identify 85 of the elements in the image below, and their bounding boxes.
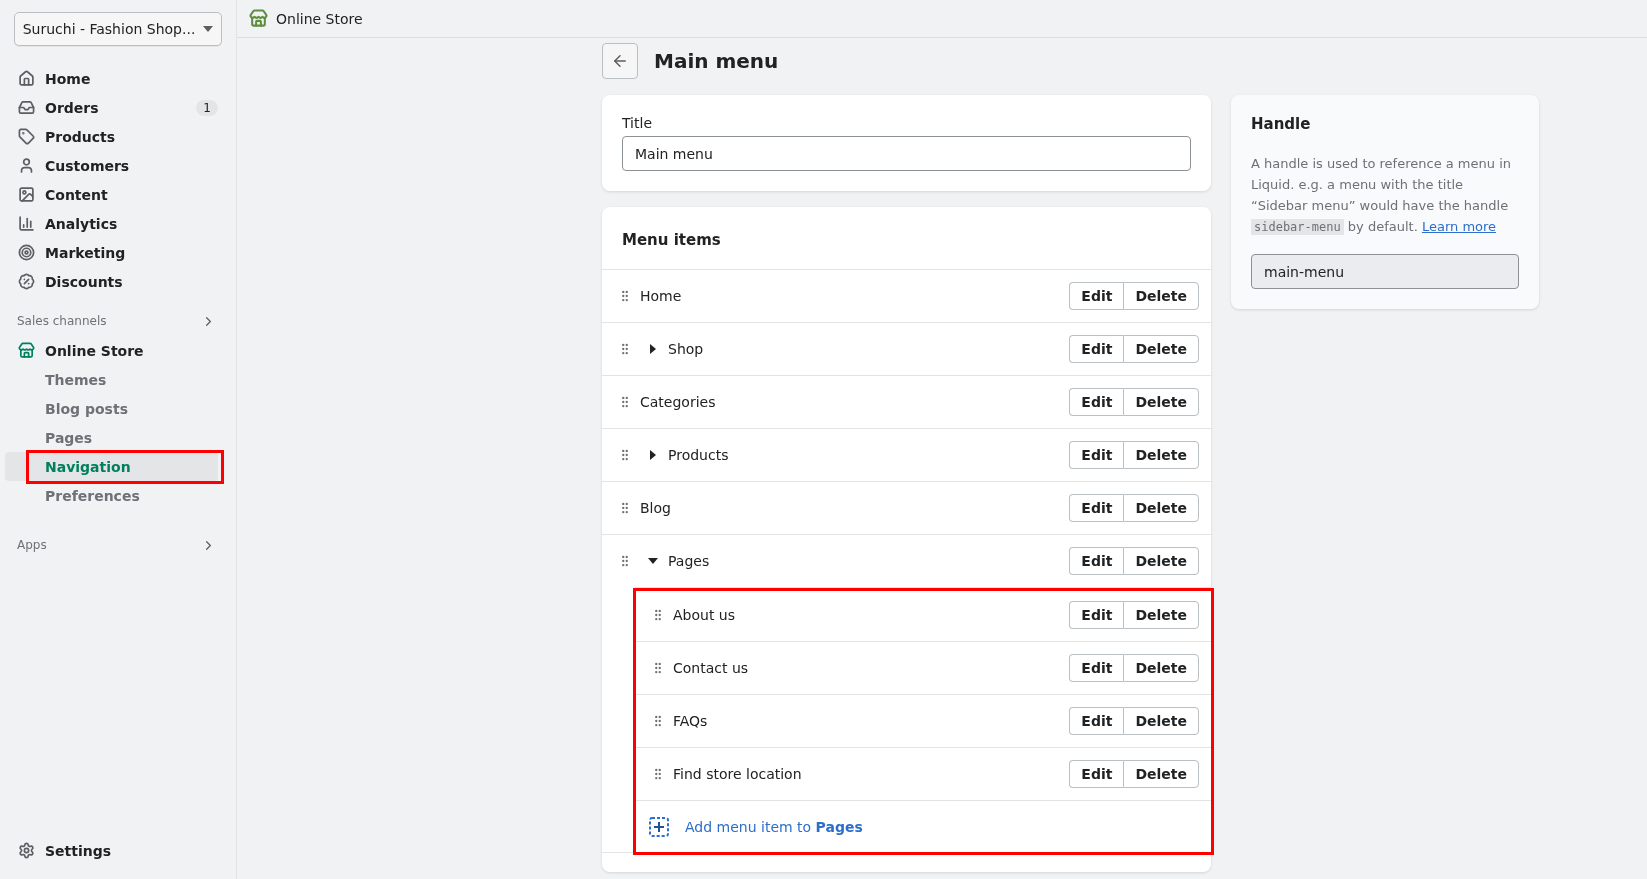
delete-button[interactable]: Delete [1123,601,1199,629]
menu-item-row[interactable]: Pages Edit Delete [602,534,1211,587]
menu-item-label: Blog [640,500,671,516]
title-input-field[interactable]: Main menu [622,136,1191,171]
section-heading: Apps [17,538,47,552]
page-title: Main menu [654,49,779,73]
menu-item-row[interactable]: Home Edit Delete [602,269,1211,322]
menu-item-label: About us [673,607,735,623]
sidebar-item[interactable]: Orders 1 [18,93,218,122]
card-heading: Menu items [621,230,722,251]
edit-button[interactable]: Edit [1069,494,1124,522]
sidebar-item[interactable]: Home [18,64,218,93]
edit-button[interactable]: Edit [1069,601,1124,629]
percent-badge-icon [18,273,35,290]
tag-icon [18,128,35,145]
store-icon [18,342,35,359]
count-badge: 1 [196,99,218,116]
menu-item-row[interactable]: Blog Edit Delete [602,481,1211,534]
menu-item-row[interactable]: Contact us Edit Delete [635,641,1211,694]
delete-button[interactable]: Delete [1123,282,1199,310]
caret-icon[interactable] [650,450,656,460]
menu-item-label: Home [640,288,682,304]
sidebar-item[interactable]: Online Store [18,336,218,365]
edit-button[interactable]: Edit [1069,388,1124,416]
menu-item-row[interactable]: About us Edit Delete [635,588,1211,641]
inbox-icon [18,99,35,116]
settings-icon [18,842,35,859]
delete-button[interactable]: Delete [1123,654,1199,682]
delete-button[interactable]: Delete [1123,547,1199,575]
menu-item-label: Categories [640,394,716,410]
sidebar-item[interactable]: Products [18,122,218,151]
sidebar-subitem[interactable]: Preferences [5,481,218,510]
menu-item-row[interactable]: Products Edit Delete [602,428,1211,481]
menu-item-label: FAQs [673,713,708,729]
delete-button[interactable]: Delete [1123,441,1199,469]
sidebar-subitem[interactable]: Themes [5,365,218,394]
bar-chart-icon [18,215,35,232]
sidebar-item[interactable]: Discounts [18,267,218,296]
handle-input-field[interactable]: main-menu [1251,254,1519,289]
house-icon [18,70,35,87]
edit-button[interactable]: Edit [1069,707,1124,735]
delete-button[interactable]: Delete [1123,388,1199,416]
edit-button[interactable]: Edit [1069,760,1124,788]
delete-button[interactable]: Delete [1123,494,1199,522]
menu-item-row[interactable]: FAQs Edit Delete [635,694,1211,747]
caret-icon[interactable] [650,344,656,354]
menu-item-label: Pages [668,553,710,569]
caret-icon [203,26,214,32]
delete-button[interactable]: Delete [1123,707,1199,735]
menu-item-row[interactable]: Find store location Edit Delete [635,747,1211,800]
card-heading: Handle [1251,115,1312,133]
delete-button[interactable]: Delete [1123,760,1199,788]
add-menu-item-link[interactable]: Add menu item to Pages [685,818,863,835]
delete-button[interactable]: Delete [1123,335,1199,363]
menu-item-label: Find store location [673,766,802,782]
menu-item-row[interactable]: Shop Edit Delete [602,322,1211,375]
add-item-icon[interactable] [649,816,669,837]
sidebar-subitem[interactable]: Pages [5,423,218,452]
store-icon [249,9,268,28]
target-icon [18,244,35,261]
sidebar-item[interactable]: Content [18,180,218,209]
image-icon [18,186,35,203]
menu-item-label: Contact us [673,660,749,676]
field-label: Title [622,115,653,131]
sidebar-item[interactable]: Analytics [18,209,218,238]
menu-item-row[interactable]: Categories Edit Delete [602,375,1211,428]
edit-button[interactable]: Edit [1069,654,1124,682]
sidebar-subitem[interactable]: Blog posts [5,394,218,423]
edit-button[interactable]: Edit [1069,335,1124,363]
person-icon [18,157,35,174]
edit-button[interactable]: Edit [1069,282,1124,310]
sidebar-item[interactable]: Settings [18,836,218,865]
back-button[interactable] [602,43,638,79]
menu-item-label: Products [668,447,729,463]
section-heading: Sales channels [17,314,107,328]
topbar-title: Online Store [276,10,363,27]
edit-button[interactable]: Edit [1069,441,1124,469]
handle-description: A handle is used to reference a menu in Liquid. e.g. a menu with the title “Sidebar menu” would have the handle sidebar-menu by default. Learn more [1251,155,1512,237]
edit-button[interactable]: Edit [1069,547,1124,575]
caret-icon[interactable] [648,558,658,564]
sidebar-item[interactable]: Marketing [18,238,218,267]
menu-item-label: Shop [668,341,704,357]
sidebar-item[interactable]: Customers [18,151,218,180]
store-switcher[interactable]: Suruchi - Fashion Shop... [14,12,222,46]
learn-more-link[interactable]: Learn more [1421,219,1497,234]
